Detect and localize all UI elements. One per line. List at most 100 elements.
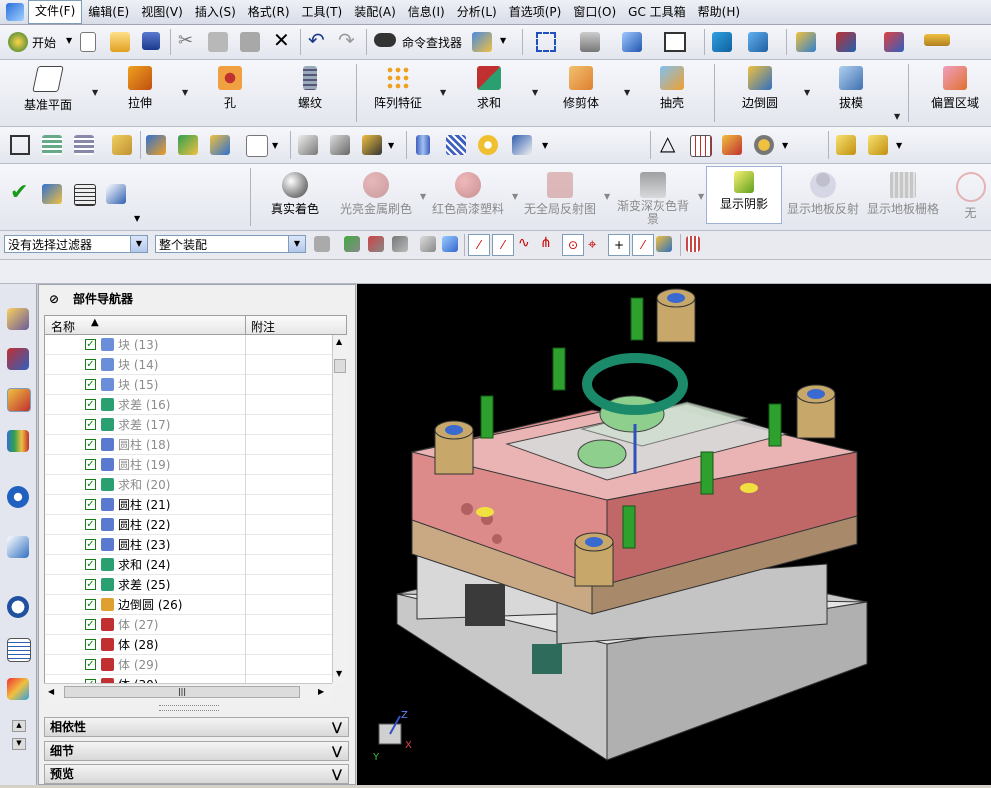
spring-icon[interactable] — [446, 135, 466, 155]
snap-point-icon[interactable] — [344, 236, 360, 252]
scroll-left-icon[interactable]: ◀ — [48, 687, 54, 696]
assembly-navigator-icon[interactable] — [7, 308, 29, 330]
true-shading-button[interactable]: 真实着色 — [262, 168, 328, 224]
fastener-icon[interactable] — [512, 135, 532, 155]
visibility-checkbox[interactable]: ✓ — [85, 599, 96, 610]
gradient-background-button[interactable]: 渐变深灰色背景 — [612, 168, 694, 226]
tree-row[interactable]: ✓ 边倒圆 (26) — [45, 595, 333, 615]
reuse-library-icon[interactable] — [7, 430, 29, 452]
extrude-button[interactable]: 拉伸 — [110, 64, 170, 122]
dependencies-panel[interactable]: 相依性 ⋁ — [44, 717, 349, 737]
scroll-right-icon[interactable]: ▶ — [318, 687, 324, 696]
menu-gc-toolbox[interactable]: GC 工具箱 — [622, 1, 692, 23]
tree-horizontal-scrollbar[interactable]: ◀ ||| ▶ — [44, 683, 332, 702]
menu-help[interactable]: 帮助(H) — [692, 1, 746, 23]
copy-icon[interactable] — [208, 32, 228, 52]
unite-button[interactable]: 求和 — [458, 64, 520, 122]
visibility-checkbox[interactable]: ✓ — [85, 559, 96, 570]
menu-preferences[interactable]: 首选项(P) — [503, 1, 568, 23]
visibility-checkbox[interactable]: ✓ — [85, 539, 96, 550]
visibility-checkbox[interactable]: ✓ — [85, 499, 96, 510]
open-folder-icon[interactable] — [110, 32, 130, 52]
metal-material-button[interactable]: 光亮金属刷色 — [336, 168, 416, 224]
tree-row[interactable]: ✓ 圆柱 (19) — [45, 455, 333, 475]
scroll-thumb[interactable] — [334, 359, 346, 373]
show-shadow-button[interactable]: 显示阴影 — [706, 166, 782, 224]
graphics-window[interactable]: Z Y X — [357, 284, 991, 785]
project-curve-icon[interactable] — [362, 135, 382, 155]
column-note[interactable]: 附注 — [251, 318, 275, 335]
visibility-checkbox[interactable]: ✓ — [85, 419, 96, 430]
offset-curve-icon[interactable] — [330, 135, 350, 155]
tree-row[interactable]: ✓ 块 (14) — [45, 355, 333, 375]
history-icon[interactable] — [7, 536, 29, 558]
sketch-curve-icon[interactable] — [298, 135, 318, 155]
new-file-icon[interactable] — [80, 32, 96, 52]
visibility-checkbox[interactable]: ✓ — [85, 659, 96, 670]
mold-tools-icon[interactable] — [868, 135, 888, 155]
point-on-face-icon[interactable] — [656, 236, 672, 252]
hscroll-thumb[interactable]: ||| — [64, 686, 300, 698]
tree-row[interactable]: ✓ 求和 (20) — [45, 475, 333, 495]
selection-filter-dropdown[interactable]: 没有选择过滤器 ▼ — [4, 235, 148, 253]
eraser-icon[interactable] — [112, 135, 132, 155]
web-browser-icon[interactable] — [7, 486, 29, 508]
section-icon[interactable] — [712, 32, 732, 52]
roles-icon[interactable] — [7, 678, 29, 700]
part-navigator-icon[interactable] — [7, 388, 31, 412]
hole-button[interactable]: 孔 — [202, 64, 258, 122]
cylinder-tool-icon[interactable] — [416, 135, 430, 155]
visibility-checkbox[interactable]: ✓ — [85, 479, 96, 490]
visibility-checkbox[interactable]: ✓ — [85, 459, 96, 470]
tree-row[interactable]: ✓ 圆柱 (23) — [45, 535, 333, 555]
cut-icon[interactable]: ✂ — [178, 30, 193, 51]
gear-icon[interactable] — [754, 135, 774, 155]
start-button[interactable]: 开始 — [32, 34, 56, 51]
menu-window[interactable]: 窗口(O) — [567, 1, 622, 23]
menu-analysis[interactable]: 分析(L) — [451, 1, 503, 23]
selection-icon[interactable] — [472, 32, 492, 52]
delete-icon[interactable]: ✕ — [273, 28, 290, 52]
visibility-checkbox[interactable]: ✓ — [85, 399, 96, 410]
system-materials-icon[interactable] — [7, 638, 31, 662]
curve-rule-icon[interactable] — [368, 236, 384, 252]
visibility-checkbox[interactable]: ✓ — [85, 379, 96, 390]
shaded-cube-icon[interactable] — [622, 32, 642, 52]
edge-blend-button[interactable]: 边倒圆 — [726, 64, 794, 122]
menu-assembly[interactable]: 装配(A) — [348, 1, 402, 23]
visibility-checkbox[interactable]: ✓ — [85, 579, 96, 590]
tree-row[interactable]: ✓ 圆柱 (21) — [45, 495, 333, 515]
snap-icon[interactable] — [796, 32, 816, 52]
axes-icon[interactable] — [106, 184, 126, 204]
point-icon[interactable] — [884, 32, 904, 52]
washer-icon[interactable] — [478, 135, 498, 155]
visibility-checkbox[interactable]: ✓ — [85, 359, 96, 370]
mold-model[interactable] — [357, 284, 991, 785]
body-selection-icon[interactable] — [442, 236, 458, 252]
constraint-navigator-icon[interactable] — [7, 348, 29, 370]
tree-row[interactable]: ✓体 (30) — [45, 675, 333, 683]
control-point-icon[interactable]: ∿ — [518, 235, 530, 251]
assembly-constraint-icon[interactable] — [42, 184, 62, 204]
menu-view[interactable]: 视图(V) — [135, 1, 189, 23]
details-panel[interactable]: 细节 ⋁ — [44, 741, 349, 761]
layer-settings-icon[interactable] — [74, 135, 94, 155]
intersection-icon[interactable]: ⋔ — [540, 235, 552, 251]
midpoint-snap-icon[interactable]: ⁄ — [492, 234, 514, 256]
visibility-checkbox[interactable]: ✓ — [85, 519, 96, 530]
menu-tools[interactable]: 工具(T) — [296, 1, 349, 23]
shell-button[interactable]: 抽壳 — [644, 64, 700, 122]
grid-snap-icon[interactable] — [686, 236, 700, 252]
tree-row[interactable]: ✓ 求差 (17) — [45, 415, 333, 435]
annotation-icon[interactable] — [246, 135, 268, 157]
command-finder-button[interactable]: 命令查找器 — [402, 34, 462, 51]
undo-icon[interactable]: ↶ — [308, 28, 325, 52]
edit-table-icon[interactable] — [722, 135, 742, 155]
clock-icon[interactable] — [7, 596, 29, 618]
save-icon[interactable] — [142, 32, 160, 50]
view-orient-icon[interactable] — [580, 32, 600, 52]
no-reflection-button[interactable]: 无全局反射图 — [520, 168, 600, 224]
layers-icon[interactable] — [42, 135, 62, 155]
tree-row[interactable]: ✓ 求差 (25) — [45, 575, 333, 595]
measure-icon[interactable] — [924, 34, 950, 46]
